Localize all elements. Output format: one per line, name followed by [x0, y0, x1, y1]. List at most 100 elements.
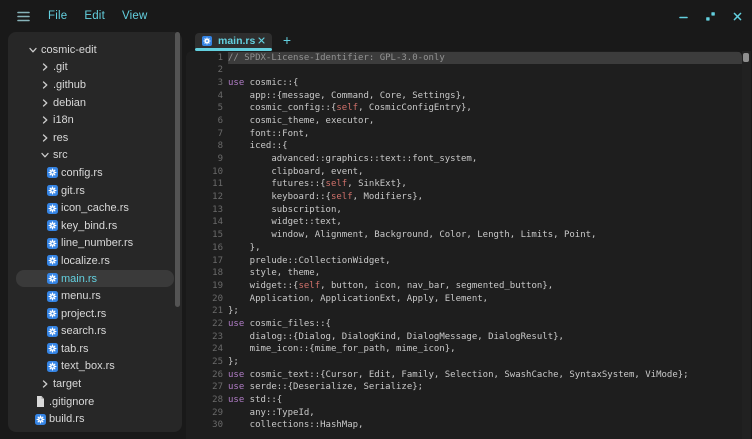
- line-number: 17: [186, 255, 223, 268]
- chevron-right-icon[interactable]: [40, 80, 50, 90]
- code-line-12[interactable]: 12 keyboard::{self, Modifiers},: [186, 191, 742, 204]
- code-line-1[interactable]: 1// SPDX-License-Identifier: GPL-3.0-onl…: [186, 52, 742, 65]
- tab-close-icon[interactable]: [257, 37, 265, 45]
- code-text: use cosmic::{: [228, 77, 742, 90]
- code-line-8[interactable]: 8 iced::{: [186, 140, 742, 153]
- tree-item-localize-rs[interactable]: localize.rs: [16, 252, 174, 270]
- tree-item-debian[interactable]: debian: [16, 94, 174, 112]
- tree-item-target[interactable]: target: [16, 375, 174, 393]
- code-line-3[interactable]: 3 use cosmic::{: [186, 77, 742, 90]
- code-line-29[interactable]: 29 any::TypeId,: [186, 407, 742, 420]
- tree-item-git[interactable]: .git: [16, 59, 174, 77]
- code-line-5[interactable]: 5 cosmic_config::{self, CosmicConfigEntr…: [186, 102, 742, 115]
- chevron-right-icon[interactable]: [40, 379, 50, 389]
- tab-main-rs[interactable]: main.rs: [195, 33, 272, 48]
- sidebar-scrollbar-thumb[interactable]: [175, 32, 180, 307]
- code-line-2[interactable]: 2: [186, 64, 742, 77]
- code-line-28[interactable]: 28use std::{: [186, 394, 742, 407]
- code-line-14[interactable]: 14 widget::text,: [186, 216, 742, 229]
- rust-file-icon: [47, 308, 58, 319]
- line-number: 23: [186, 331, 223, 344]
- code-line-30[interactable]: 30 collections::HashMap,: [186, 419, 742, 432]
- line-number: 21: [186, 305, 223, 318]
- code-line-16[interactable]: 16 },: [186, 242, 742, 255]
- menu-icon[interactable]: [15, 8, 31, 24]
- rust-file-icon: [202, 36, 212, 46]
- editor-scrollbar-track[interactable]: [742, 51, 751, 439]
- code-line-21[interactable]: 21};: [186, 305, 742, 318]
- code-line-22[interactable]: 22use cosmic_files::{: [186, 318, 742, 331]
- code-text: keyboard::{self, Modifiers},: [228, 191, 742, 204]
- tree-item-text-box-rs[interactable]: text_box.rs: [16, 358, 174, 376]
- tree-item-key-bind-rs[interactable]: key_bind.rs: [16, 217, 174, 235]
- menu-edit[interactable]: Edit: [84, 10, 105, 22]
- line-number: 3: [186, 77, 223, 90]
- chevron-right-icon[interactable]: [40, 98, 50, 108]
- tree-item-i18n[interactable]: i18n: [16, 111, 174, 129]
- code-text: mime_icon::{mime_for_path, mime_icon},: [228, 343, 742, 356]
- code-line-10[interactable]: 10 clipboard, event,: [186, 166, 742, 179]
- tree-item-config-rs[interactable]: config.rs: [16, 164, 174, 182]
- tree-item-label: src: [53, 149, 68, 161]
- code-line-17[interactable]: 17 prelude::CollectionWidget,: [186, 255, 742, 268]
- tree-item-main-rs[interactable]: main.rs: [16, 270, 174, 288]
- line-number: 6: [186, 115, 223, 128]
- code-line-15[interactable]: 15 window, Alignment, Background, Color,…: [186, 229, 742, 242]
- new-tab-button[interactable]: +: [278, 32, 296, 49]
- chevron-right-icon[interactable]: [40, 133, 50, 143]
- code-line-25[interactable]: 25};: [186, 356, 742, 369]
- code-line-19[interactable]: 19 widget::{self, button, icon, nav_bar,…: [186, 280, 742, 293]
- code-line-13[interactable]: 13 subscription,: [186, 204, 742, 217]
- minimize-button[interactable]: [677, 10, 690, 23]
- top-bar: File Edit View: [0, 0, 752, 32]
- tree-item-gitignore[interactable]: .gitignore: [16, 393, 174, 411]
- menu-view[interactable]: View: [122, 10, 148, 22]
- code-text: subscription,: [228, 204, 742, 217]
- code-line-23[interactable]: 23 dialog::{Dialog, DialogKind, DialogMe…: [186, 331, 742, 344]
- tree-item-label: cosmic-edit: [41, 44, 97, 56]
- chevron-down-icon[interactable]: [28, 45, 38, 55]
- tree-item-build-rs[interactable]: build.rs: [16, 410, 174, 428]
- code-line-26[interactable]: 26use cosmic_text::{Cursor, Edit, Family…: [186, 369, 742, 382]
- line-number: 12: [186, 191, 223, 204]
- code-line-6[interactable]: 6 cosmic_theme, executor,: [186, 115, 742, 128]
- rust-file-icon: [47, 273, 58, 284]
- tab-label: main.rs: [218, 35, 255, 47]
- tree-item-label: search.rs: [61, 325, 106, 337]
- code-line-7[interactable]: 7 font::Font,: [186, 128, 742, 141]
- tree-item-tab-rs[interactable]: tab.rs: [16, 340, 174, 358]
- line-number: 29: [186, 407, 223, 420]
- tree-item-label: tab.rs: [61, 343, 89, 355]
- tree-item-menu-rs[interactable]: menu.rs: [16, 287, 174, 305]
- tree-item-search-rs[interactable]: search.rs: [16, 323, 174, 341]
- tree-item-res[interactable]: res: [16, 129, 174, 147]
- code-line-24[interactable]: 24 mime_icon::{mime_for_path, mime_icon}…: [186, 343, 742, 356]
- close-button[interactable]: [731, 10, 744, 23]
- tree-item-cosmic-edit[interactable]: cosmic-edit: [16, 41, 174, 59]
- tree-item-label: git.rs: [61, 185, 85, 197]
- tree-item-github[interactable]: .github: [16, 76, 174, 94]
- chevron-right-icon[interactable]: [40, 62, 50, 72]
- code-line-11[interactable]: 11 futures::{self, SinkExt},: [186, 178, 742, 191]
- chevron-down-icon[interactable]: [40, 150, 50, 160]
- code-line-27[interactable]: 27use serde::{Deserialize, Serialize};: [186, 381, 742, 394]
- code-line-18[interactable]: 18 style, theme,: [186, 267, 742, 280]
- tree-item-icon-cache-rs[interactable]: icon_cache.rs: [16, 199, 174, 217]
- code-line-20[interactable]: 20 Application, ApplicationExt, Apply, E…: [186, 293, 742, 306]
- tree-item-line-number-rs[interactable]: line_number.rs: [16, 235, 174, 253]
- tree-item-git-rs[interactable]: git.rs: [16, 182, 174, 200]
- chevron-right-icon[interactable]: [40, 115, 50, 125]
- code-line-4[interactable]: 4 app::{message, Command, Core, Settings…: [186, 90, 742, 103]
- code-line-9[interactable]: 9 advanced::graphics::text::font_system,: [186, 153, 742, 166]
- line-number: 13: [186, 204, 223, 217]
- code-text: };: [228, 305, 742, 318]
- code-text: any::TypeId,: [228, 407, 742, 420]
- tree-item-src[interactable]: src: [16, 147, 174, 165]
- line-number: 20: [186, 293, 223, 306]
- menu-file[interactable]: File: [48, 10, 67, 22]
- code-editor[interactable]: 1// SPDX-License-Identifier: GPL-3.0-onl…: [186, 51, 742, 439]
- code-text: Application, ApplicationExt, Apply, Elem…: [228, 293, 742, 306]
- tree-item-project-rs[interactable]: project.rs: [16, 305, 174, 323]
- editor-scrollbar-thumb[interactable]: [743, 53, 749, 62]
- maximize-button[interactable]: [704, 10, 717, 23]
